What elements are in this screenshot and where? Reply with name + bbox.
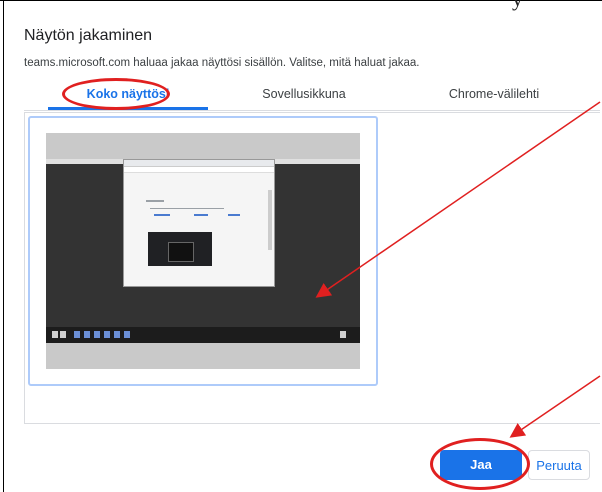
annotation-arrow-to-screen [315,101,601,298]
annotation-arrows [315,101,601,438]
annotation-arrow-to-share [509,375,601,438]
